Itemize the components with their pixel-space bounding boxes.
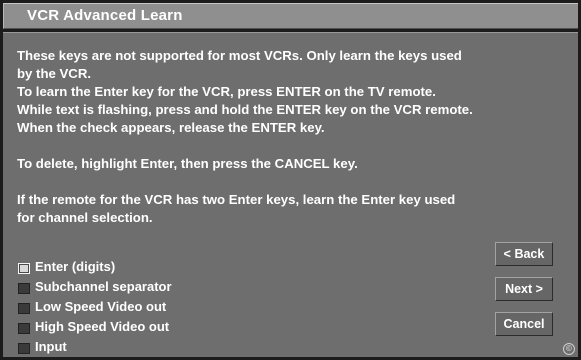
learn-key-options: Enter (digits) Subchannel separator Low … — [17, 257, 172, 357]
option-label: High Speed Video out — [35, 319, 170, 334]
option-input[interactable]: Input — [17, 337, 172, 357]
instruction-line: While text is flashing, press and hold t… — [17, 102, 473, 117]
instruction-line: by the VCR. — [17, 66, 92, 81]
checkbox-icon[interactable] — [18, 323, 30, 334]
instruction-line: These keys are not supported for most VC… — [17, 48, 462, 63]
instruction-line: To delete, highlight Enter, then press t… — [17, 156, 358, 171]
instruction-line: To learn the Enter key for the VCR, pres… — [17, 84, 436, 99]
checkbox-icon[interactable] — [18, 283, 30, 294]
option-low-speed-video-out[interactable]: Low Speed Video out — [17, 297, 172, 317]
instruction-line: When the check appears, release the ENTE… — [17, 120, 325, 135]
copyright-icon: © — [563, 343, 575, 355]
vcr-advanced-learn-screen: VCR Advanced Learn These keys are not su… — [0, 0, 581, 360]
main-panel: These keys are not supported for most VC… — [3, 32, 578, 357]
next-button[interactable]: Next > — [495, 277, 553, 301]
checkbox-icon[interactable] — [18, 343, 30, 354]
option-high-speed-video-out[interactable]: High Speed Video out — [17, 317, 172, 337]
checkbox-icon[interactable] — [18, 263, 30, 274]
checkbox-icon[interactable] — [18, 303, 30, 314]
window-title: VCR Advanced Learn — [27, 7, 183, 24]
option-label: Input — [35, 339, 67, 354]
instruction-line: for channel selection. — [17, 210, 153, 225]
instruction-line: If the remote for the VCR has two Enter … — [17, 192, 456, 207]
option-label: Low Speed Video out — [35, 299, 167, 314]
title-bar: VCR Advanced Learn — [3, 3, 578, 29]
back-button[interactable]: < Back — [495, 242, 553, 266]
option-label: Enter (digits) — [35, 259, 116, 274]
option-subchannel-separator[interactable]: Subchannel separator — [17, 277, 172, 297]
instructions-text: These keys are not supported for most VC… — [17, 47, 569, 227]
cancel-button[interactable]: Cancel — [495, 312, 553, 336]
option-enter-digits[interactable]: Enter (digits) — [17, 257, 172, 277]
option-label: Subchannel separator — [35, 279, 172, 294]
